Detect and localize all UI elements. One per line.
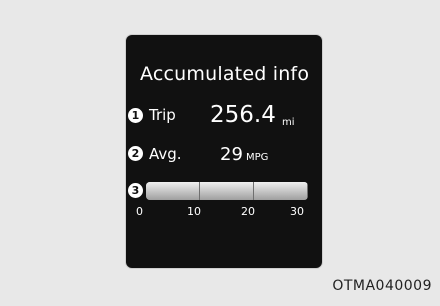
screen-title: Accumulated info <box>140 63 310 85</box>
marker-avg: 2 <box>128 146 143 161</box>
bar-segment-3 <box>254 182 308 200</box>
fuel-economy-bar <box>146 182 308 200</box>
bar-segment-1 <box>146 182 200 200</box>
tick-10: 10 <box>187 205 201 218</box>
marker-bar: 3 <box>128 183 143 198</box>
bar-segment-2 <box>200 182 254 200</box>
marker-trip: 1 <box>128 108 143 123</box>
trip-label: Trip <box>149 106 176 124</box>
figure-code: OTMA040009 <box>332 278 432 294</box>
tick-20: 20 <box>241 205 255 218</box>
avg-value: 29 <box>220 144 243 165</box>
display-panel: Accumulated info 1 Trip 256.4 mi 2 Avg. … <box>126 35 322 268</box>
tick-0: 0 <box>136 205 143 218</box>
tick-30: 30 <box>290 205 304 218</box>
trip-unit: mi <box>282 117 295 128</box>
avg-unit: MPG <box>246 152 269 163</box>
avg-label: Avg. <box>149 145 182 163</box>
trip-value: 256.4 <box>210 102 276 128</box>
